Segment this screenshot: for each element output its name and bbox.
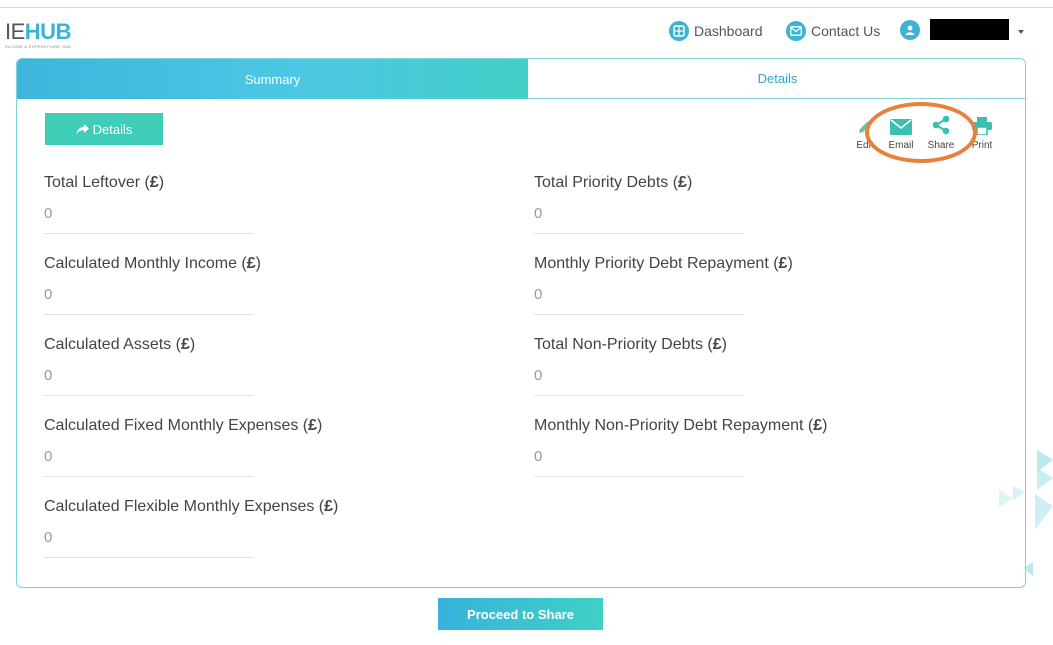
field-underline (534, 314, 744, 315)
field-calculated-assets: Calculated Assets (£) 0 (44, 336, 484, 396)
logo-ie-text: IE (5, 19, 25, 44)
field-value: 0 (44, 205, 53, 222)
logo-subtitle: INCOME & EXPENDITURE HUB (5, 44, 72, 49)
field-label: Calculated Fixed Monthly Expenses (£) (44, 417, 323, 434)
field-label: Calculated Monthly Income (£) (44, 255, 261, 272)
mail-icon (786, 21, 806, 41)
pencil-icon (859, 121, 871, 133)
share-arrow-icon (76, 123, 89, 134)
print-action[interactable]: Print (962, 113, 1002, 151)
tab-bar: Summary Details (17, 59, 1025, 99)
field-underline (534, 233, 744, 234)
edit-action[interactable]: Edit (845, 113, 885, 151)
tab-details[interactable]: Details (528, 59, 1025, 99)
field-monthly-priority-debt-repayment: Monthly Priority Debt Repayment (£) 0 (534, 255, 974, 315)
chevron-down-icon[interactable] (1018, 30, 1024, 34)
field-label: Monthly Non-Priority Debt Repayment (£) (534, 417, 828, 434)
tab-summary[interactable]: Summary (17, 59, 528, 99)
field-value: 0 (534, 448, 543, 465)
field-underline (44, 233, 254, 234)
nav-dashboard-label: Dashboard (694, 23, 763, 39)
field-total-priority-debts: Total Priority Debts (£) 0 (534, 174, 974, 234)
details-button-label: Details (92, 121, 133, 137)
field-total-non-priority-debts: Total Non-Priority Debts (£) 0 (534, 336, 974, 396)
printer-icon (972, 117, 992, 135)
logo[interactable]: IEHUB INCOME & EXPENDITURE HUB (5, 19, 72, 50)
proceed-to-share-button[interactable]: Proceed to Share (438, 598, 603, 630)
field-value: 0 (534, 367, 543, 384)
nav-contact-us[interactable]: Contact Us (786, 20, 880, 42)
summary-card: Summary Details Details Edit Email Share… (16, 58, 1026, 588)
field-label: Total Priority Debts (£) (534, 174, 693, 191)
field-monthly-non-priority-debt-repayment: Monthly Non-Priority Debt Repayment (£) … (534, 417, 974, 477)
field-underline (44, 476, 254, 477)
field-value: 0 (44, 448, 53, 465)
field-underline (44, 557, 254, 558)
user-name-redacted (930, 19, 1009, 40)
dashboard-icon (669, 21, 689, 41)
field-label: Monthly Priority Debt Repayment (£) (534, 255, 793, 272)
email-action[interactable]: Email (881, 113, 921, 151)
field-calculated-monthly-income: Calculated Monthly Income (£) 0 (44, 255, 484, 315)
nav-dashboard[interactable]: Dashboard (669, 20, 763, 42)
field-underline (44, 314, 254, 315)
share-icon (932, 115, 950, 135)
details-button[interactable]: Details (45, 113, 163, 145)
field-underline (44, 395, 254, 396)
share-label: Share (927, 140, 955, 151)
user-menu[interactable] (900, 19, 1009, 40)
field-value: 0 (534, 286, 543, 303)
field-underline (534, 476, 744, 477)
logo-hub-text: HUB (24, 19, 72, 44)
email-label: Email (888, 140, 914, 151)
field-calculated-flexible-monthly-expenses: Calculated Flexible Monthly Expenses (£)… (44, 498, 484, 558)
field-label: Total Leftover (£) (44, 174, 165, 191)
user-icon (900, 19, 920, 40)
field-value: 0 (534, 205, 543, 222)
share-action[interactable]: Share (921, 113, 961, 151)
field-label: Total Non-Priority Debts (£) (534, 336, 727, 353)
edit-label: Edit (856, 140, 874, 151)
field-label: Calculated Flexible Monthly Expenses (£) (44, 498, 339, 515)
page: IEHUB INCOME & EXPENDITURE HUB Dashboard… (0, 0, 1053, 645)
field-calculated-fixed-monthly-expenses: Calculated Fixed Monthly Expenses (£) 0 (44, 417, 484, 477)
field-label: Calculated Assets (£) (44, 336, 196, 353)
field-value: 0 (44, 367, 53, 384)
field-total-leftover: Total Leftover (£) 0 (44, 174, 484, 234)
field-value: 0 (44, 529, 53, 546)
field-value: 0 (44, 286, 53, 303)
nav-contact-label: Contact Us (811, 23, 881, 39)
print-label: Print (971, 140, 993, 151)
top-divider (0, 7, 1053, 8)
field-underline (534, 395, 744, 396)
envelope-icon (890, 119, 912, 135)
